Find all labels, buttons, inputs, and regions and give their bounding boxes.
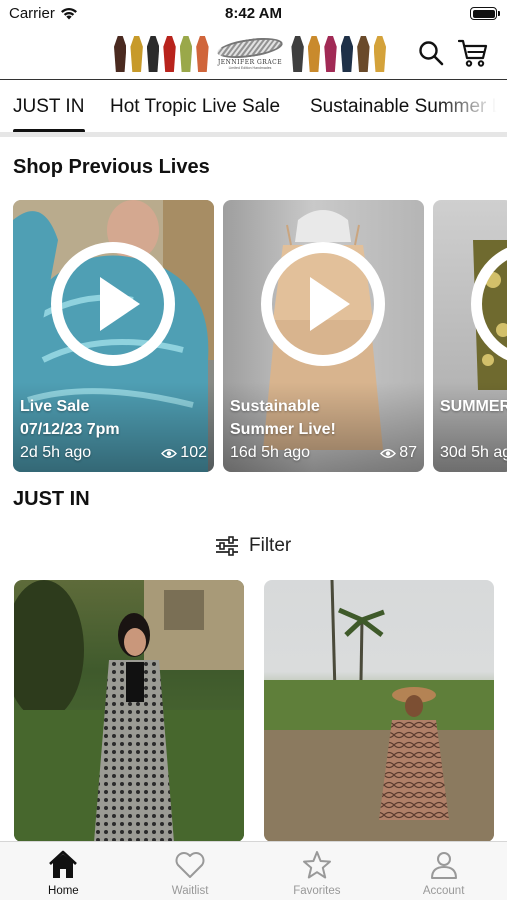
eye-icon — [380, 448, 397, 458]
product-image — [14, 580, 244, 842]
live-card-title: SUMMER — [440, 395, 507, 418]
tab-just-in[interactable]: JUST IN — [13, 96, 84, 118]
app-header: JENNIFER GRACE Limited Edition Handmades — [0, 28, 507, 80]
live-card-title: Sustainable Summer Live! — [230, 395, 420, 441]
nav-home[interactable]: Home — [0, 842, 127, 900]
just-in-heading: JUST IN — [13, 488, 90, 510]
live-card-title: Live Sale 07/12/23 7pm — [20, 395, 210, 441]
views-count: 87 — [399, 444, 417, 461]
live-card[interactable]: Sustainable Summer Live! 16d 5h ago 87 — [223, 200, 424, 472]
nav-waitlist-label: Waitlist — [171, 885, 209, 897]
sliders-icon — [216, 536, 238, 556]
home-icon — [49, 850, 78, 878]
logo-swirl-icon — [216, 33, 284, 62]
logo-wordmark: JENNIFER GRACE Limited Edition Handmades — [215, 33, 286, 72]
live-card-views: 102 — [161, 444, 207, 462]
logo-dress-icon — [340, 36, 354, 72]
status-bar: Carrier 8:42 AM — [0, 0, 507, 28]
live-card-title-line1: SUMMER — [440, 398, 507, 415]
logo-dress-icon — [163, 36, 176, 72]
live-card-title-line2: 07/12/23 7pm — [20, 421, 120, 438]
cart-icon[interactable] — [458, 38, 488, 68]
star-icon — [302, 851, 331, 879]
product-card[interactable] — [264, 580, 494, 842]
tab-hot-tropic-live-sale[interactable]: Hot Tropic Live Sale — [110, 96, 280, 118]
logo-dress-icon — [179, 36, 193, 72]
category-tabs: JUST IN Hot Tropic Live Sale Sustainable… — [0, 81, 507, 137]
user-icon — [430, 852, 457, 879]
logo-dress-icon — [291, 36, 304, 72]
nav-waitlist[interactable]: Waitlist — [127, 842, 254, 900]
nav-account-label: Account — [422, 885, 465, 897]
live-card-views: 87 — [380, 444, 417, 462]
filter-button[interactable]: Filter — [215, 533, 291, 559]
logo-dress-icon — [307, 36, 321, 72]
bottom-tab-bar: Home Waitlist Favorites Account — [0, 841, 507, 900]
previous-lives-heading: Shop Previous Lives — [13, 156, 210, 178]
eye-icon — [161, 448, 178, 458]
nav-favorites-label: Favorites — [293, 885, 341, 897]
nav-home-label: Home — [48, 885, 79, 897]
logo-dress-icon — [130, 36, 143, 72]
product-card[interactable] — [14, 580, 244, 842]
live-card-title-line2: Summer Live! — [230, 421, 336, 438]
live-card-age: 16d 5h ago — [230, 444, 311, 461]
logo-dress-icon — [373, 36, 387, 72]
battery-icon — [470, 7, 500, 20]
nav-account[interactable]: Account — [380, 842, 507, 900]
logo-dress-icon — [146, 36, 160, 72]
logo-subtext: Limited Edition Handmades — [228, 65, 272, 70]
live-card-age: 2d 5h ago — [20, 444, 92, 461]
filter-label: Filter — [249, 535, 292, 556]
live-card-title-line1: Live Sale — [20, 398, 90, 415]
live-card[interactable]: SUMMER 30d 5h ago — [433, 200, 507, 472]
live-card-title-line1: Sustainable — [230, 398, 320, 415]
views-count: 102 — [180, 444, 207, 461]
product-image — [264, 580, 494, 842]
logo-dress-icon — [114, 36, 127, 72]
search-icon[interactable] — [418, 40, 444, 66]
logo-dress-icon — [357, 36, 370, 72]
heart-icon — [175, 852, 205, 878]
live-card-age: 30d 5h ago — [440, 444, 507, 461]
status-time: 8:42 AM — [225, 5, 282, 22]
nav-favorites[interactable]: Favorites — [254, 842, 381, 900]
logo-dress-icon — [324, 36, 337, 72]
live-card[interactable]: Live Sale 07/12/23 7pm 2d 5h ago 102 — [13, 200, 214, 472]
tabs-fade-overlay — [437, 81, 507, 132]
brand-logo[interactable]: JENNIFER GRACE Limited Edition Handmades — [114, 32, 390, 76]
play-icon[interactable] — [51, 242, 175, 366]
play-icon[interactable] — [261, 242, 385, 366]
active-tab-indicator — [13, 129, 85, 132]
logo-dress-icon — [196, 36, 209, 72]
logo-name: JENNIFER GRACE — [217, 58, 283, 66]
